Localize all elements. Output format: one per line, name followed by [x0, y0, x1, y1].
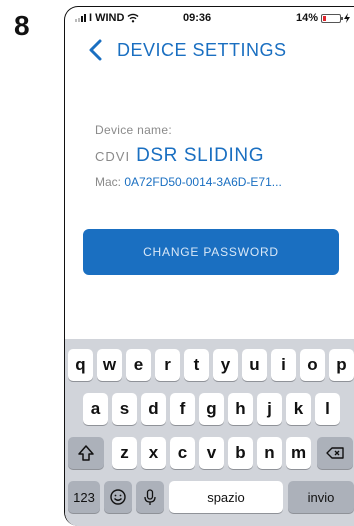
- key-a[interactable]: a: [83, 393, 108, 425]
- key-y[interactable]: y: [213, 349, 238, 381]
- key-g[interactable]: g: [199, 393, 224, 425]
- key-s[interactable]: s: [112, 393, 137, 425]
- nav-bar: DEVICE SETTINGS: [65, 35, 354, 65]
- key-z[interactable]: z: [112, 437, 137, 469]
- key-j[interactable]: j: [257, 393, 282, 425]
- key-n[interactable]: n: [257, 437, 282, 469]
- key-r[interactable]: r: [155, 349, 180, 381]
- back-chevron-icon[interactable]: [83, 36, 111, 64]
- microphone-icon: [144, 489, 156, 505]
- key-t[interactable]: t: [184, 349, 209, 381]
- charging-icon: [344, 13, 350, 23]
- wifi-icon: [127, 13, 139, 23]
- mac-label: Mac:: [95, 175, 122, 189]
- status-time: 09:36: [183, 12, 212, 24]
- backspace-icon: [326, 447, 344, 459]
- key-q[interactable]: q: [68, 349, 93, 381]
- page-title: DEVICE SETTINGS: [117, 39, 287, 60]
- key-l[interactable]: l: [315, 393, 340, 425]
- key-c[interactable]: c: [170, 437, 195, 469]
- space-key[interactable]: spazio: [169, 481, 283, 513]
- mac-line: Mac: 0A72FD50-0014-3A6D-E71...: [95, 175, 335, 189]
- mac-value: 0A72FD50-0014-3A6D-E71...: [124, 175, 282, 189]
- device-info: Device name: CDVI DSR SLIDING Mac: 0A72F…: [95, 123, 335, 189]
- key-f[interactable]: f: [170, 393, 195, 425]
- battery-icon: [321, 13, 343, 23]
- shift-icon: [78, 445, 94, 461]
- numbers-key[interactable]: 123: [68, 481, 100, 513]
- key-m[interactable]: m: [286, 437, 311, 469]
- key-k[interactable]: k: [286, 393, 311, 425]
- shift-key[interactable]: [68, 437, 104, 469]
- step-number: 8: [14, 10, 30, 41]
- key-v[interactable]: v: [199, 437, 224, 469]
- keyboard: q w e r t y u i o p a s d f g h j k l z …: [65, 339, 354, 526]
- device-name-label: Device name:: [95, 123, 172, 137]
- key-o[interactable]: o: [300, 349, 325, 381]
- change-password-button[interactable]: CHANGE PASSWORD: [83, 229, 339, 275]
- key-d[interactable]: d: [141, 393, 166, 425]
- key-b[interactable]: b: [228, 437, 253, 469]
- device-brand: CDVI: [95, 149, 131, 164]
- key-i[interactable]: i: [271, 349, 296, 381]
- key-e[interactable]: e: [126, 349, 151, 381]
- signal-icon: [75, 14, 86, 22]
- phone-screen: I WIND 09:36 14% DEVICE SETTINGS Device …: [64, 6, 354, 526]
- emoji-icon: [110, 489, 126, 505]
- key-w[interactable]: w: [97, 349, 122, 381]
- battery-percent: 14%: [295, 12, 318, 24]
- carrier-name: I WIND: [89, 12, 125, 24]
- key-u[interactable]: u: [242, 349, 267, 381]
- emoji-key[interactable]: [104, 481, 132, 513]
- device-name-field[interactable]: DSR SLIDING: [136, 145, 264, 167]
- key-x[interactable]: x: [141, 437, 166, 469]
- key-p[interactable]: p: [329, 349, 354, 381]
- status-bar: I WIND 09:36 14%: [65, 7, 354, 29]
- delete-key[interactable]: [317, 437, 353, 469]
- dictation-key[interactable]: [136, 481, 164, 513]
- return-key[interactable]: invio: [288, 481, 354, 513]
- key-h[interactable]: h: [228, 393, 253, 425]
